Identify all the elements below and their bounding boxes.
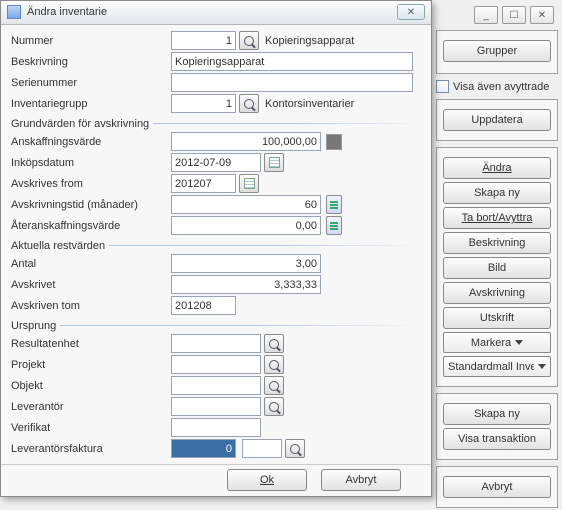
leverantorsfaktura-label: Leverantörsfaktura: [11, 443, 171, 455]
resultatenhet-label: Resultatenhet: [11, 338, 171, 350]
calendar-icon: [244, 178, 255, 189]
inkopsdatum-input[interactable]: [171, 153, 261, 172]
andra-inventarie-dialog: Ändra inventarie ✕ Nummer Kopieringsappa…: [0, 0, 432, 497]
serienummer-input[interactable]: [171, 73, 413, 92]
ateranskaffning-input[interactable]: [171, 216, 321, 235]
search-icon: [244, 36, 254, 46]
nummer-label: Nummer: [11, 35, 171, 47]
group-ursprung: Ursprung: [11, 320, 56, 332]
ok-button[interactable]: Ok: [227, 469, 307, 491]
minimize-button[interactable]: _: [474, 6, 498, 24]
chevron-down-icon: [538, 364, 546, 369]
leverantorsfaktura-input-2[interactable]: [242, 439, 282, 458]
objekt-input[interactable]: [171, 376, 261, 395]
leverantor-lookup-button[interactable]: [264, 397, 284, 416]
leverantor-input[interactable]: [171, 397, 261, 416]
antal-label: Antal: [11, 258, 171, 270]
grupp-description: Kontorsinventarier: [265, 98, 354, 110]
tid-calc-button[interactable]: [326, 195, 342, 214]
avskrivningstid-input[interactable]: [171, 195, 321, 214]
inkopsdatum-calendar-button[interactable]: [264, 153, 284, 172]
avskrives-from-input[interactable]: [171, 174, 236, 193]
projekt-label: Projekt: [11, 359, 171, 371]
dialog-footer: Ok Avbryt: [1, 464, 431, 497]
anskaffningsvarde-input[interactable]: [171, 132, 321, 151]
avbryt-button[interactable]: Avbryt: [443, 476, 551, 498]
dialog-title: Ändra inventarie: [27, 6, 107, 18]
search-icon: [290, 444, 300, 454]
visa-transaktion-button[interactable]: Visa transaktion: [443, 428, 551, 450]
parent-window-controls: _ ☐ ✕: [474, 6, 554, 24]
right-panel: Grupper Visa även avyttrade Uppdatera ▲ …: [436, 30, 558, 506]
beskrivning-label: Beskrivning: [11, 56, 171, 68]
utskrift-button[interactable]: Utskrift: [443, 307, 551, 329]
group-grundvarden: Grundvärden för avskrivning: [11, 118, 149, 130]
verifikat-input[interactable]: [171, 418, 261, 437]
search-icon: [269, 339, 279, 349]
beskrivning-input[interactable]: [171, 52, 413, 71]
window-icon: [7, 5, 21, 19]
nummer-input[interactable]: [171, 31, 236, 50]
tabort-button[interactable]: Ta bort/Avyttra: [443, 207, 551, 229]
search-icon: [269, 381, 279, 391]
visa-avyttrade-label: Visa även avyttrade: [453, 81, 549, 93]
avskriven-tom-input[interactable]: [171, 296, 236, 315]
group-restvarden: Aktuella restvärden: [11, 240, 105, 252]
maximize-button[interactable]: ☐: [502, 6, 526, 24]
markera-select[interactable]: Markera: [443, 332, 551, 353]
projekt-lookup-button[interactable]: [264, 355, 284, 374]
andra-button[interactable]: Ändra: [443, 157, 551, 179]
uppdatera-button[interactable]: Uppdatera: [443, 109, 551, 131]
search-icon: [244, 99, 254, 109]
visa-avyttrade-checkbox[interactable]: Visa även avyttrade: [436, 80, 558, 93]
leverantorsfaktura-input[interactable]: [171, 439, 236, 458]
resultatenhet-input[interactable]: [171, 334, 261, 353]
search-icon: [269, 360, 279, 370]
skapa-ny-button-2[interactable]: Skapa ny: [443, 403, 551, 425]
dialog-close-button[interactable]: ✕: [397, 4, 425, 20]
ater-calc-button[interactable]: [326, 216, 342, 235]
checkbox-icon: [436, 80, 449, 93]
avskrives-calendar-button[interactable]: [239, 174, 259, 193]
avskrivningstid-label: Avskrivningstid (månader): [11, 199, 171, 211]
verifikat-label: Verifikat: [11, 422, 171, 434]
avskriven-tom-label: Avskriven tom: [11, 300, 171, 312]
inventariegrupp-input[interactable]: [171, 94, 236, 113]
projekt-input[interactable]: [171, 355, 261, 374]
faktura-lookup-button[interactable]: [285, 439, 305, 458]
chevron-down-icon: [515, 340, 523, 345]
avskrives-from-label: Avskrives from: [11, 178, 171, 190]
grupper-button[interactable]: Grupper: [443, 40, 551, 62]
search-icon: [269, 402, 279, 412]
inkopsdatum-label: Inköpsdatum: [11, 157, 171, 169]
resultatenhet-lookup-button[interactable]: [264, 334, 284, 353]
antal-input[interactable]: [171, 254, 321, 273]
leverantor-label: Leverantör: [11, 401, 171, 413]
color-indicator[interactable]: [326, 134, 342, 150]
ateranskaffning-label: Återanskaffningsvärde: [11, 220, 171, 232]
grupp-lookup-button[interactable]: [239, 94, 259, 113]
anskaffningsvarde-label: Anskaffningsvärde: [11, 136, 171, 148]
avskrivning-button[interactable]: Avskrivning: [443, 282, 551, 304]
skapa-ny-button[interactable]: Skapa ny: [443, 182, 551, 204]
dialog-titlebar: Ändra inventarie ✕: [1, 1, 431, 25]
nummer-description: Kopieringsapparat: [265, 35, 354, 47]
avskrivet-input[interactable]: [171, 275, 321, 294]
objekt-label: Objekt: [11, 380, 171, 392]
nummer-lookup-button[interactable]: [239, 31, 259, 50]
objekt-lookup-button[interactable]: [264, 376, 284, 395]
serienummer-label: Serienummer: [11, 77, 171, 89]
avskrivet-label: Avskrivet: [11, 279, 171, 291]
inventariegrupp-label: Inventariegrupp: [11, 98, 171, 110]
cancel-button[interactable]: Avbryt: [321, 469, 401, 491]
standardmall-select[interactable]: Standardmall Inven: [443, 356, 551, 377]
beskrivning-button[interactable]: Beskrivning: [443, 232, 551, 254]
bild-button[interactable]: Bild: [443, 257, 551, 279]
calendar-icon: [269, 157, 280, 168]
close-button[interactable]: ✕: [530, 6, 554, 24]
